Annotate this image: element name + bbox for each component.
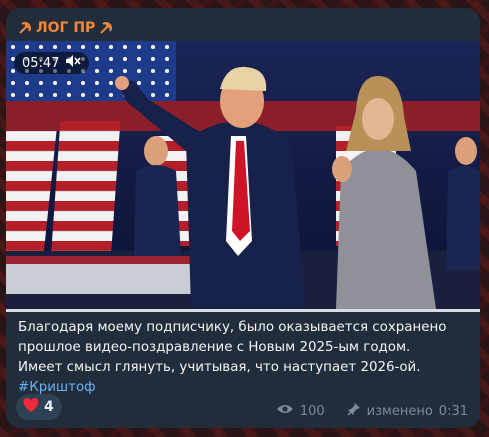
eye-icon — [276, 403, 294, 419]
channel-header[interactable]: ЛОГ ПР — [18, 20, 113, 36]
message-time: 0:31 — [438, 403, 468, 419]
edited-label: изменено — [366, 403, 433, 419]
video-frame — [6, 41, 480, 309]
pin-icon — [347, 402, 361, 420]
video-progress-fill — [6, 309, 480, 312]
reaction-count: 4 — [44, 399, 54, 415]
video-player[interactable] — [6, 41, 480, 309]
speaker-muted-icon[interactable] — [65, 54, 82, 72]
hashtag-link[interactable]: #Криштоф — [18, 380, 96, 395]
reaction-button[interactable]: 4 — [16, 394, 62, 420]
message-line: прошлое видео-поздравление с Новым 2025-… — [18, 340, 411, 355]
video-timer[interactable]: 05:47 — [14, 52, 90, 74]
message-line: Имеет смысл глянуть, учитывая, что насту… — [18, 360, 421, 375]
hammer-sickle-icon — [99, 21, 113, 35]
views-count: 100 — [299, 403, 325, 419]
hammer-sickle-icon — [18, 21, 32, 35]
video-progress-bar[interactable] — [6, 309, 480, 312]
message-meta: 100 изменено 0:31 — [276, 402, 468, 420]
message-bubble: ЛОГ ПР 05:47 Благодаря моему подписчику,… — [6, 8, 480, 428]
channel-name: ЛОГ ПР — [36, 20, 96, 36]
video-duration: 05:47 — [22, 55, 60, 71]
heart-icon — [22, 397, 40, 417]
message-line: Благодаря моему подписчику, было оказыва… — [18, 320, 447, 335]
message-text: Благодаря моему подписчику, было оказыва… — [18, 318, 470, 398]
